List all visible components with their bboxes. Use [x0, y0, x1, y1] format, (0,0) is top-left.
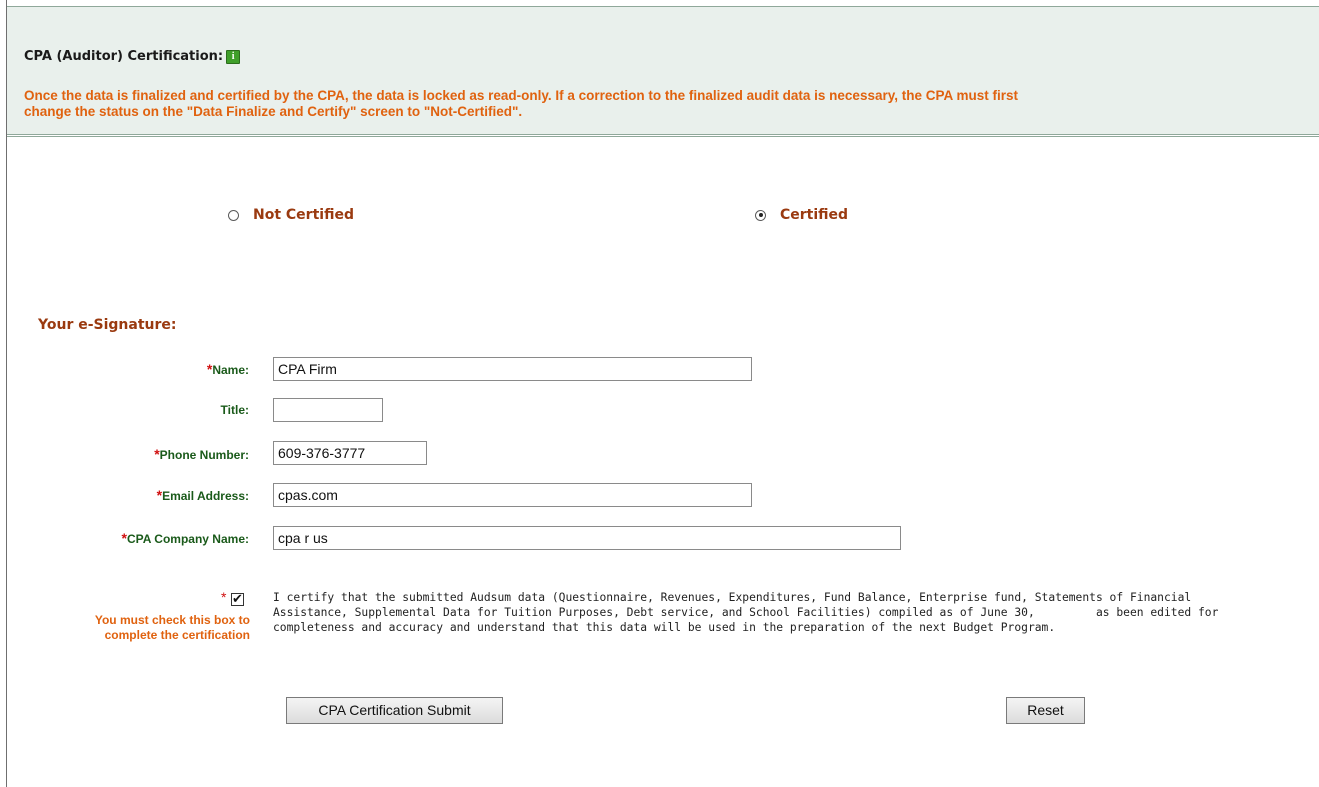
- name-label: *Name:: [207, 361, 249, 377]
- info-icon[interactable]: i: [226, 50, 241, 64]
- phone-label: *Phone Number:: [154, 446, 249, 462]
- radio-certified-button[interactable]: [755, 209, 766, 221]
- finalize-notice: Once the data is finalized and certified…: [24, 88, 1304, 120]
- cpa-certification-submit-button[interactable]: CPA Certification Submit: [286, 697, 503, 724]
- statement-line-2: Assistance, Supplemental Data for Tuitio…: [273, 606, 1219, 619]
- company-label-text: CPA Company Name:: [126, 532, 249, 546]
- statement-line-1: I certify that the submitted Audsum data…: [273, 591, 1192, 604]
- statement-line-3: completeness and accuracy and understand…: [273, 621, 1056, 634]
- radio-certified[interactable]: Certified: [755, 207, 848, 223]
- company-field[interactable]: cpa r us: [273, 526, 901, 550]
- radio-not-certified-button[interactable]: [228, 209, 239, 221]
- radio-not-certified[interactable]: Not Certified: [228, 207, 354, 223]
- title-field[interactable]: [273, 398, 383, 422]
- certification-statement: I certify that the submitted Audsum data…: [273, 590, 1273, 635]
- notice-line-1: Once the data is finalized and certified…: [24, 88, 1018, 103]
- name-field[interactable]: CPA Firm: [273, 357, 752, 381]
- page-title-text: CPA (Auditor) Certification:: [24, 49, 224, 64]
- email-label: *Email Address:: [157, 487, 249, 503]
- reset-button[interactable]: Reset: [1006, 697, 1085, 724]
- certify-checkbox[interactable]: ✔: [231, 593, 244, 606]
- e-signature-heading: Your e-Signature:: [38, 317, 177, 333]
- phone-field[interactable]: 609-376-3777: [273, 441, 427, 465]
- email-label-text: Email Address:: [162, 489, 249, 503]
- must-check-warning: You must check this box to complete the …: [94, 613, 250, 642]
- certify-required-marker: *: [221, 589, 227, 605]
- radio-certified-label[interactable]: Certified: [780, 207, 848, 223]
- page-title: CPA (Auditor) Certification: i: [24, 49, 241, 64]
- radio-not-certified-label[interactable]: Not Certified: [253, 207, 354, 223]
- notice-line-2: change the status on the "Data Finalize …: [24, 104, 523, 119]
- company-label: *CPA Company Name:: [122, 530, 249, 546]
- email-field[interactable]: cpas.com: [273, 483, 752, 507]
- name-label-text: Name:: [212, 363, 249, 377]
- title-label: Title:: [220, 403, 249, 417]
- phone-label-text: Phone Number:: [159, 448, 249, 462]
- header-divider: [7, 134, 1319, 137]
